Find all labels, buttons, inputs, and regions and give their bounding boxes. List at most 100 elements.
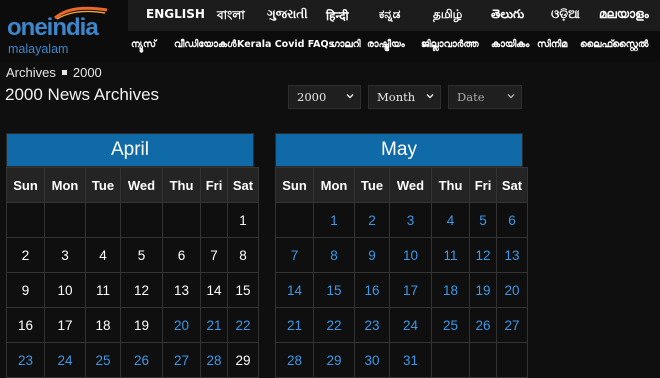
weekday-header: Sat: [227, 167, 259, 203]
oneindia-logo[interactable]: oneindia malayalam: [5, 4, 125, 58]
calendar-day-link[interactable]: 24: [389, 307, 432, 343]
lang-bengali[interactable]: বাংলা: [217, 7, 245, 27]
nav-news[interactable]: ന്യൂസ്: [131, 39, 156, 50]
nav-district-news[interactable]: ജില്ലാവാർത്ത: [421, 39, 479, 50]
calendar-day-link[interactable]: 4: [431, 202, 470, 238]
nav-cinema[interactable]: സിനിമ: [537, 39, 567, 50]
calendar-day: 14: [200, 272, 228, 308]
calendar-day-link[interactable]: 27: [162, 342, 201, 378]
calendar-day: 13: [162, 272, 201, 308]
calendar-week-row: 14 15 16 17 18 19 20: [275, 272, 528, 308]
weekday-header: Sun: [6, 167, 45, 203]
calendar-day-link[interactable]: 29: [313, 342, 355, 378]
calendar-day-link[interactable]: 7: [275, 237, 314, 273]
nav-gallery[interactable]: ഗാലറി: [331, 39, 361, 50]
date-select[interactable]: Date: [448, 85, 522, 109]
calendar-day-link[interactable]: 1: [313, 202, 355, 238]
logo-subtitle: malayalam: [8, 42, 69, 56]
nav-sports[interactable]: കായികം: [491, 39, 529, 50]
calendar-empty-cell: [162, 202, 201, 238]
calendar-empty-cell: [431, 342, 470, 378]
lang-kannada[interactable]: ಕನ್ನಡ: [379, 7, 400, 22]
calendar-day: 16: [6, 307, 45, 343]
calendar-day-link[interactable]: 30: [354, 342, 390, 378]
calendar-april: April Sun Mon Tue Wed Thu Fri Sat 123456…: [6, 133, 259, 378]
calendar-day-link[interactable]: 24: [44, 342, 86, 378]
calendar-day-link[interactable]: 25: [85, 342, 121, 378]
calendar-day-link[interactable]: 18: [431, 272, 470, 308]
calendar-grid: Sun Mon Tue Wed Thu Fri Sat 1 2 3 4 5 6 7 8 9 10 1…: [275, 167, 528, 378]
calendar-month-title: April: [6, 133, 254, 167]
calendar-empty-cell: [44, 202, 86, 238]
calendar-day-link[interactable]: 20: [496, 272, 528, 308]
site-header: oneindia malayalam ENGLISH বাংলা ગુજરાતી…: [0, 0, 660, 62]
lang-telugu[interactable]: తెలుగు: [491, 7, 524, 24]
nav-videos[interactable]: വീഡിയോകൾ: [174, 39, 237, 50]
calendar-day-link[interactable]: 25: [431, 307, 470, 343]
calendar-day-link[interactable]: 13: [496, 237, 528, 273]
calendar-week-row: 1: [6, 202, 259, 238]
lang-malayalam[interactable]: മലയാളം: [599, 7, 649, 22]
lang-hindi[interactable]: हिन्दी: [326, 7, 349, 24]
nav-lifestyle[interactable]: ലൈഫ്സ്റ്റൈൽ: [580, 39, 648, 50]
calendar-day: 2: [6, 237, 45, 273]
calendar-body: 1 2 3 4 5 6 7 8 9 10 11 12 13 14 15 16 17 18 19 20 21 22 23 24 2…: [275, 202, 528, 378]
calendar-day-link[interactable]: 17: [389, 272, 432, 308]
nav-kerala-covid-faqs[interactable]: Kerala Covid FAQs: [237, 39, 334, 50]
calendar-day-link[interactable]: 26: [120, 342, 163, 378]
calendar-day-link[interactable]: 6: [496, 202, 528, 238]
calendar-day-link[interactable]: 27: [496, 307, 528, 343]
calendar-day-link[interactable]: 26: [469, 307, 497, 343]
calendar-day-link[interactable]: 5: [469, 202, 497, 238]
month-select[interactable]: Month: [368, 85, 441, 109]
calendar-day-link[interactable]: 22: [227, 307, 259, 343]
calendar-empty-cell: [496, 342, 528, 378]
calendar-day-link[interactable]: 11: [431, 237, 470, 273]
calendar-day-link[interactable]: 3: [389, 202, 432, 238]
calendar-day: 1: [227, 202, 259, 238]
calendar-day-link[interactable]: 23: [354, 307, 390, 343]
calendar-day-link[interactable]: 28: [275, 342, 314, 378]
calendar-day-link[interactable]: 23: [6, 342, 45, 378]
lang-tamil[interactable]: தமிழ்: [433, 7, 462, 23]
calendar-day-link[interactable]: 19: [469, 272, 497, 308]
weekday-header: Mon: [44, 167, 86, 203]
weekday-header: Sun: [275, 167, 314, 203]
calendar-day: 18: [85, 307, 121, 343]
calendar-empty-cell: [6, 202, 45, 238]
calendar-may: May Sun Mon Tue Wed Thu Fri Sat 12345678…: [275, 133, 528, 378]
calendar-day-link[interactable]: 15: [313, 272, 355, 308]
lang-english[interactable]: ENGLISH: [146, 7, 205, 21]
weekday-header: Tue: [85, 167, 121, 203]
calendar-day-link[interactable]: 22: [313, 307, 355, 343]
lang-odia[interactable]: ଓଡ଼ିଆ: [551, 7, 580, 22]
year-select[interactable]: 2000: [288, 85, 361, 109]
calendar-empty-cell: [120, 202, 163, 238]
calendar-day: 15: [227, 272, 259, 308]
logo-wordmark: oneindia: [7, 14, 99, 41]
nav-politics[interactable]: രാഷ്ട്രീയം: [367, 39, 405, 50]
weekday-header: Fri: [200, 167, 228, 203]
weekday-header: Mon: [313, 167, 355, 203]
calendar-day-link[interactable]: 31: [389, 342, 432, 378]
calendar-day-link[interactable]: 8: [313, 237, 355, 273]
calendar-day: 3: [44, 237, 86, 273]
breadcrumb-archives[interactable]: Archives: [6, 65, 56, 80]
calendar-day-link[interactable]: 10: [389, 237, 432, 273]
calendar-day-link[interactable]: 21: [275, 307, 314, 343]
date-select-value: Date: [457, 90, 485, 104]
calendar-day-link[interactable]: 28: [200, 342, 228, 378]
calendar-empty-cell: [200, 202, 228, 238]
calendar-day-link[interactable]: 21: [200, 307, 228, 343]
calendar-day-link[interactable]: 16: [354, 272, 390, 308]
lang-gujarati[interactable]: ગુજરાતી: [267, 7, 308, 22]
calendar-day: 10: [44, 272, 86, 308]
calendar-day-link[interactable]: 20: [162, 307, 201, 343]
calendar-day-link[interactable]: 14: [275, 272, 314, 308]
calendar-day-link[interactable]: 9: [354, 237, 390, 273]
weekday-header: Fri: [469, 167, 497, 203]
calendar-day-link[interactable]: 2: [354, 202, 390, 238]
weekday-header: Tue: [354, 167, 390, 203]
calendar-day-link[interactable]: 12: [469, 237, 497, 273]
calendar-week-row: 23 24 25 26 27 28 29: [6, 342, 259, 378]
